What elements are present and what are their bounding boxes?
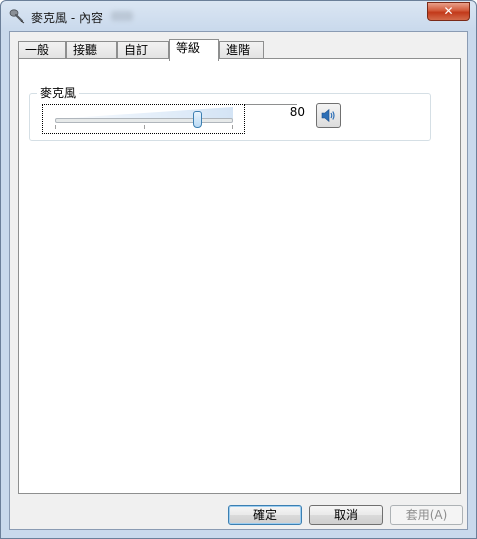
tab-listen[interactable]: 接聽 [66,41,117,59]
speaker-icon [321,108,335,123]
title-blurred-text [111,11,133,21]
tab-general[interactable]: 一般 [18,41,66,59]
cancel-button[interactable]: 取消 [309,505,383,525]
slider-thumb[interactable] [192,111,202,128]
dialog-client-area: 一般 接聽 自訂 等級 進階 麥克風 80 確定 取消 套用(A) [9,31,468,530]
title-bar[interactable]: 麥克風 - 內容 ✕ [1,1,476,31]
tab-custom[interactable]: 自訂 [117,41,169,59]
group-label-microphone: 麥克風 [37,84,80,101]
apply-button[interactable]: 套用(A) [390,505,463,525]
properties-window: 麥克風 - 內容 ✕ 一般 接聽 自訂 等級 進階 麥克風 80 確定 取消 套… [0,0,477,539]
tab-advanced[interactable]: 進階 [219,41,264,59]
tab-levels[interactable]: 等級 [169,39,219,61]
microphone-icon [9,8,25,24]
level-value: 80 [289,105,305,119]
ok-button[interactable]: 確定 [228,505,302,525]
slider-track[interactable] [55,118,233,123]
mute-button[interactable] [316,103,341,128]
slider-ticks [55,125,233,129]
level-slider[interactable] [42,104,245,134]
window-title: 麥克風 - 內容 [31,11,103,25]
tab-panel-levels: 麥克風 80 [18,58,461,494]
close-button[interactable]: ✕ [427,2,470,21]
